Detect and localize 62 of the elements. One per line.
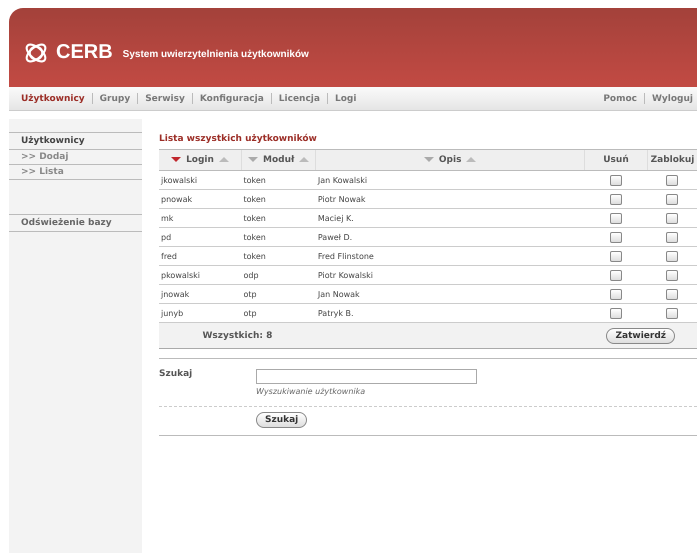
delete-checkbox[interactable] bbox=[610, 250, 622, 262]
delete-checkbox[interactable] bbox=[610, 194, 622, 204]
login-cell: pnowak bbox=[159, 190, 242, 208]
login-cell: mk bbox=[159, 208, 242, 228]
nav-tab[interactable]: Licencja bbox=[272, 94, 327, 104]
submit-button[interactable]: Zatwierdź bbox=[606, 328, 676, 344]
description-cell: Piotr Nowak bbox=[316, 190, 584, 208]
sidebar-heading[interactable]: Odświeżenie bazy bbox=[9, 214, 142, 232]
module-cell: token bbox=[242, 170, 316, 190]
description-cell: Paweł D. bbox=[316, 228, 584, 246]
nav-tab[interactable]: Logi bbox=[328, 94, 364, 104]
login-cell: fred bbox=[159, 246, 242, 266]
nav-tab[interactable]: Użytkownicy bbox=[21, 94, 92, 104]
block-checkbox[interactable] bbox=[666, 194, 678, 204]
module-cell: token bbox=[242, 246, 316, 266]
module-cell: token bbox=[242, 228, 316, 246]
nav-link[interactable]: Wyloguj bbox=[645, 94, 697, 104]
nav-tab[interactable]: Konfiguracja bbox=[192, 94, 271, 104]
search-button[interactable]: Szukaj bbox=[256, 412, 308, 428]
block-checkbox[interactable] bbox=[666, 250, 678, 262]
delete-checkbox[interactable] bbox=[610, 288, 622, 300]
block-checkbox[interactable] bbox=[666, 308, 678, 318]
block-checkbox[interactable] bbox=[666, 288, 678, 300]
sidebar-heading[interactable]: Użytkownicy bbox=[9, 132, 142, 150]
description-cell: Jan Nowak bbox=[316, 284, 584, 304]
search-field[interactable] bbox=[256, 369, 477, 384]
module-cell: odp bbox=[242, 266, 316, 284]
module-cell: token bbox=[242, 190, 316, 208]
description-cell: Maciej K. bbox=[316, 208, 584, 228]
logo-text: CERB bbox=[56, 41, 113, 64]
module-cell: otp bbox=[242, 284, 316, 304]
description-cell: Jan Kowalski bbox=[316, 170, 584, 190]
column-header: Usuń bbox=[584, 150, 648, 170]
block-checkbox[interactable] bbox=[666, 270, 678, 280]
nav-tab[interactable]: Serwisy bbox=[138, 94, 192, 104]
login-cell: jnowak bbox=[159, 284, 242, 304]
list-title: Lista wszystkich użytkowników bbox=[159, 134, 318, 144]
block-checkbox[interactable] bbox=[666, 232, 678, 242]
delete-checkbox[interactable] bbox=[610, 212, 622, 224]
description-cell: Piotr Kowalski bbox=[316, 266, 584, 284]
block-checkbox[interactable] bbox=[666, 174, 678, 186]
column-header[interactable]: Login bbox=[159, 150, 242, 170]
delete-checkbox[interactable] bbox=[610, 174, 622, 186]
description-cell: Fred Flinstone bbox=[316, 246, 584, 266]
search-hint: Wyszukiwanie użytkownika bbox=[256, 387, 366, 396]
nav-link[interactable]: Pomoc bbox=[596, 94, 644, 104]
sidebar-item[interactable]: >> Lista bbox=[9, 165, 142, 180]
block-checkbox[interactable] bbox=[666, 212, 678, 224]
delete-checkbox[interactable] bbox=[610, 232, 622, 242]
sort-down-icon[interactable] bbox=[171, 157, 182, 162]
delete-checkbox[interactable] bbox=[610, 308, 622, 318]
login-cell: pd bbox=[159, 228, 242, 246]
login-cell: pkowalski bbox=[159, 266, 242, 284]
total-count: Wszystkich: 8 bbox=[202, 330, 272, 340]
nav-tab[interactable]: Grupy bbox=[92, 94, 138, 104]
delete-checkbox[interactable] bbox=[610, 270, 622, 280]
column-header: Zablokuj bbox=[648, 150, 697, 170]
module-cell: token bbox=[242, 208, 316, 228]
sidebar-item[interactable]: >> Dodaj bbox=[9, 150, 142, 165]
search-label: Szukaj bbox=[159, 369, 194, 381]
header-subtitle: System uwierzytelnienia użytkowników bbox=[122, 49, 309, 60]
login-cell: jkowalski bbox=[159, 170, 242, 190]
